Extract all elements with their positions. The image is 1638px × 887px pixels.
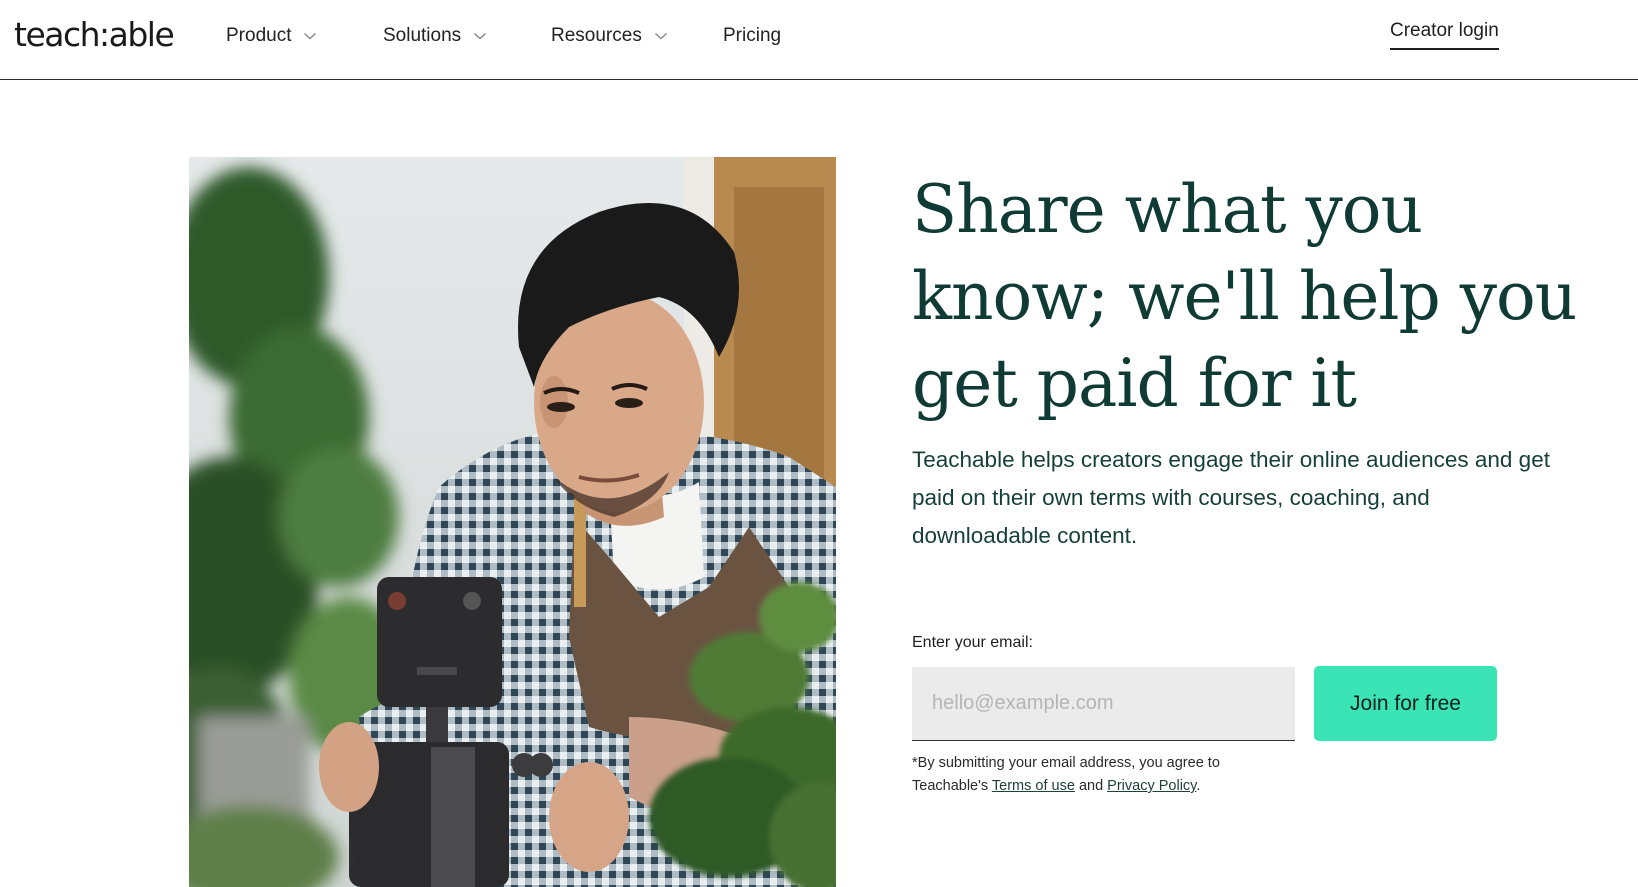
creator-login-link[interactable]: Creator login — [1390, 19, 1499, 50]
nav-item-label: Product — [226, 25, 292, 46]
privacy-policy-link[interactable]: Privacy Policy — [1107, 778, 1196, 794]
email-field-label: Enter your email: — [912, 634, 1033, 651]
chevron-down-icon — [473, 31, 487, 41]
hero-subtext: Teachable helps creators engage their on… — [912, 447, 1550, 548]
hero-headline: Share what you know; we'll help you get … — [912, 171, 1577, 422]
join-for-free-button[interactable]: Join for free — [1314, 666, 1497, 741]
nav-item-label: Solutions — [383, 25, 462, 46]
hero-photo-creator-filming — [189, 157, 836, 887]
nav-item-product[interactable]: Product — [226, 22, 317, 50]
terms-of-use-link[interactable]: Terms of use — [992, 778, 1075, 794]
disclaimer-suffix: . — [1196, 778, 1201, 794]
email-disclaimer: *By submitting your email address, you a… — [912, 752, 1272, 798]
nav-item-solutions[interactable]: Solutions — [383, 22, 487, 50]
disclaimer-connector: and — [1078, 778, 1104, 794]
teachable-logo[interactable]: teach:able — [14, 13, 175, 57]
chevron-down-icon — [303, 31, 317, 41]
nav-item-pricing[interactable]: Pricing — [723, 22, 781, 50]
site-header: teach:able Product Solutions Resources P… — [0, 0, 1638, 80]
chevron-down-icon — [654, 31, 668, 41]
email-field[interactable] — [912, 667, 1295, 741]
nav-item-resources[interactable]: Resources — [551, 22, 668, 50]
nav-item-label: Resources — [551, 25, 642, 46]
nav-item-label: Pricing — [723, 25, 782, 46]
